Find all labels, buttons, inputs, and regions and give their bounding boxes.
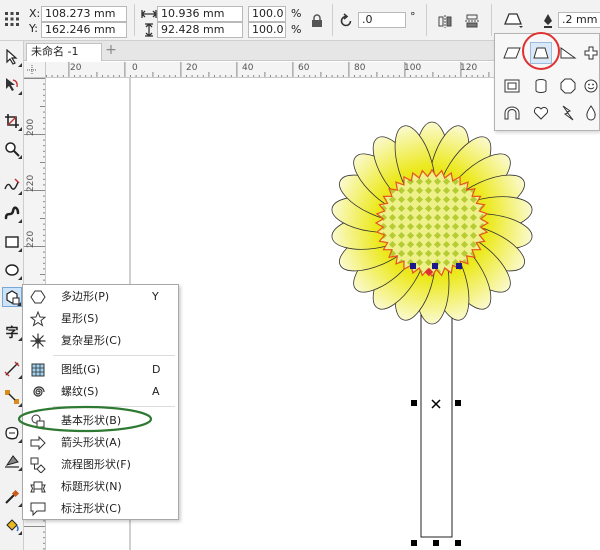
octagon-shape-option[interactable]	[557, 75, 579, 97]
arch-shape-option[interactable]	[501, 102, 523, 124]
ruler-label: 220	[26, 174, 36, 192]
lightning-shape-option[interactable]	[557, 102, 579, 124]
outline-width-field[interactable]: .2 mm	[558, 12, 600, 28]
cross-shape-option[interactable]	[582, 42, 600, 64]
separator	[491, 4, 492, 36]
menu-item-label: 多边形(P)	[61, 290, 110, 303]
rotation-angle-field[interactable]: .0	[358, 12, 406, 28]
document-tab[interactable]: 未命名 -1	[26, 43, 102, 61]
toolbox: 字	[0, 41, 24, 550]
menu-item-label: 标注形状(C)	[61, 502, 122, 515]
ellipse-tool-button[interactable]	[2, 260, 22, 280]
menu-item-label: 螺纹(S)	[61, 385, 99, 398]
scale-x-field[interactable]: 100.0	[248, 6, 286, 22]
scale-y-percent: %	[291, 23, 302, 36]
freehand-tool-button[interactable]	[2, 175, 22, 195]
rotate-icon	[337, 12, 355, 30]
menu-item-arrow-shapes[interactable]: 箭头形状(A)	[23, 432, 178, 454]
menu-item-label: 图纸(G)	[61, 363, 101, 376]
menu-separator	[53, 355, 175, 356]
water-drop-shape-option[interactable]	[582, 102, 600, 124]
menu-item-label: 标题形状(N)	[61, 480, 122, 493]
eyedropper-tool-button[interactable]	[2, 487, 22, 507]
menu-item-callout-shapes[interactable]: 标注形状(C)	[23, 498, 178, 520]
arrow-shapes-icon	[30, 435, 46, 451]
zoom-tool-button[interactable]	[2, 139, 22, 159]
menu-item-shortcut: D	[152, 363, 161, 376]
x-label: X:	[29, 7, 41, 20]
text-tool-button[interactable]: 字	[2, 321, 22, 341]
menu-item-graph-paper[interactable]: 图纸(G) D	[23, 359, 178, 381]
y-position-field[interactable]: 162.246 mm	[41, 22, 127, 38]
frame-shape-option[interactable]	[501, 75, 523, 97]
separator	[426, 4, 427, 36]
scale-x-percent: %	[291, 7, 302, 20]
add-document-button[interactable]: +	[103, 43, 119, 59]
highlight-circle-red	[522, 32, 560, 70]
highlight-ellipse-green	[17, 405, 153, 433]
ruler-label: 0	[132, 63, 138, 73]
complex-star-icon	[30, 333, 46, 349]
polygon-icon	[30, 289, 46, 305]
height-icon	[142, 22, 156, 38]
ruler-origin-corner[interactable]	[24, 62, 46, 78]
ruler-label: 120	[460, 63, 478, 73]
flowchart-shapes-icon	[30, 457, 46, 473]
width-field[interactable]: 10.936 mm	[157, 6, 243, 22]
rectangle-tool-button[interactable]	[2, 232, 22, 252]
ruler-label: 40	[242, 63, 254, 73]
mirror-vertical-icon[interactable]	[463, 12, 481, 30]
dimension-tool-button[interactable]	[2, 359, 22, 379]
ruler-label: 20	[70, 63, 82, 73]
cylinder-shape-option[interactable]	[530, 75, 552, 97]
polygon-tool-button[interactable]	[2, 287, 22, 307]
transparency-tool-button[interactable]	[2, 451, 22, 471]
artistic-media-tool-button[interactable]	[2, 203, 22, 223]
width-icon	[141, 7, 157, 21]
ruler-label: 100	[404, 63, 422, 73]
y-label: Y:	[29, 22, 38, 35]
scale-y-field[interactable]: 100.0	[248, 22, 286, 38]
separator	[134, 4, 135, 36]
pick-tool-button[interactable]	[2, 47, 22, 67]
shape-tool-button[interactable]	[2, 75, 22, 95]
x-position-field[interactable]: 108.273 mm	[41, 6, 127, 22]
ruler-label: 220	[26, 230, 36, 248]
menu-item-shortcut: Y	[152, 290, 159, 303]
degree-symbol: °	[410, 10, 416, 23]
ruler-label: 60	[298, 63, 310, 73]
separator	[332, 4, 333, 36]
menu-item-label: 箭头形状(A)	[61, 436, 122, 449]
heart-shape-option[interactable]	[530, 102, 552, 124]
menu-item-label: 流程图形状(F)	[61, 458, 131, 471]
mirror-horizontal-icon[interactable]	[436, 12, 454, 30]
ruler-label: 200	[26, 118, 36, 136]
height-field[interactable]: 92.428 mm	[157, 22, 243, 38]
graph-paper-icon	[30, 362, 46, 378]
text-tool-glyph: 字	[5, 325, 19, 341]
banner-shapes-icon	[30, 479, 46, 495]
ruler-label: 20	[186, 63, 198, 73]
perfect-shapes-trapezoid-icon[interactable]	[502, 10, 526, 30]
callout-shapes-icon	[30, 501, 46, 517]
menu-item-polygon[interactable]: 多边形(P) Y	[23, 286, 178, 308]
menu-item-complex-star[interactable]: 复杂星形(C)	[23, 330, 178, 352]
menu-item-star[interactable]: 星形(S)	[23, 308, 178, 330]
menu-item-spiral[interactable]: 螺纹(S) A	[23, 381, 178, 403]
outline-pen-icon	[539, 12, 557, 30]
spiral-icon	[30, 384, 46, 400]
crop-tool-button[interactable]	[2, 111, 22, 131]
ruler-label: 80	[354, 63, 366, 73]
lock-ratio-icon[interactable]	[309, 13, 325, 29]
menu-item-shortcut: A	[152, 385, 160, 398]
menu-item-banner-shapes[interactable]: 标题形状(N)	[23, 476, 178, 498]
polygon-tool-flyout-menu: 多边形(P) Y 星形(S) 复杂星形(C) 图纸(G) D 螺纹(S) A 基…	[22, 284, 179, 520]
fill-tool-button[interactable]	[2, 515, 22, 535]
smiley-shape-option[interactable]	[582, 75, 600, 97]
star-icon	[30, 311, 46, 327]
object-origin-icon[interactable]	[3, 10, 21, 28]
menu-item-label: 复杂星形(C)	[61, 334, 122, 347]
menu-item-flowchart-shapes[interactable]: 流程图形状(F)	[23, 454, 178, 476]
menu-item-label: 星形(S)	[61, 312, 99, 325]
